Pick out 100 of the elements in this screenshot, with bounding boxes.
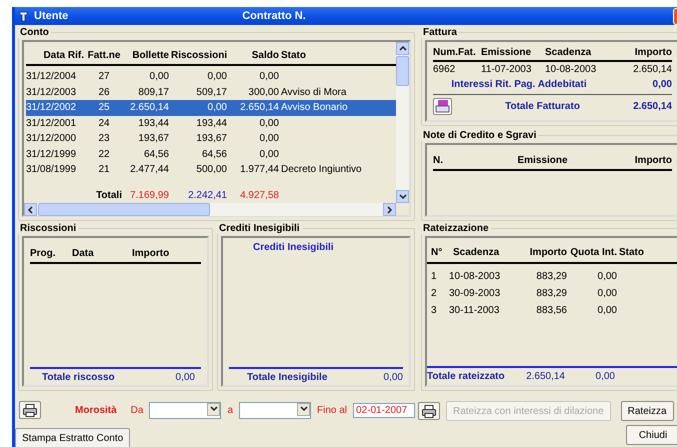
close-button[interactable]: Chiudi <box>626 425 677 445</box>
column-header[interactable]: Stato <box>619 246 674 258</box>
column-header[interactable]: Data <box>72 248 132 258</box>
printer-icon <box>23 404 37 416</box>
table-cell-text: 0,00 <box>596 288 617 299</box>
column-header[interactable]: Riscossioni <box>171 50 227 60</box>
total-invoiced-value: 2.650,14 <box>633 100 672 112</box>
interest-label: Interessi Rit. Pag. Addebitati <box>450 79 588 90</box>
installments-button[interactable]: Rateizza <box>620 401 674 421</box>
table-cell-text: 6962 <box>433 64 456 75</box>
column-header[interactable]: Emissione <box>473 154 612 166</box>
scroll-down-icon[interactable] <box>398 192 406 200</box>
column-header[interactable]: N. <box>433 154 473 166</box>
print-statement-tab[interactable]: Stampa Estratto Conto <box>15 428 130 447</box>
invoice-icon[interactable] <box>433 98 452 114</box>
scroll-left-icon[interactable] <box>26 206 34 214</box>
until-label: Fino al <box>317 404 348 416</box>
table-row[interactable]: 31/08/1999 21 2.477,44 500,00 1.977,44 Decreto Ingiuntivo <box>26 162 396 178</box>
column-header[interactable]: Importo <box>607 47 672 58</box>
group-title: Fattura <box>422 27 458 38</box>
table-cell-text: 25 <box>97 102 111 114</box>
print-button[interactable] <box>418 402 440 420</box>
table-cell-text: 31/12/2004 <box>26 71 78 82</box>
table-cell-text: 2.650,14 <box>239 102 279 114</box>
table-cell-text: 0,00 <box>258 71 279 82</box>
column-header[interactable]: Emissione <box>481 47 543 58</box>
table-cell-text: 64,56 <box>142 148 169 160</box>
table-cell-text: Avviso di Mora <box>281 86 348 98</box>
total-invoiced-label: Totale Fatturato <box>504 100 581 112</box>
table-cell-text: 21 <box>97 164 111 176</box>
table-cell-text: 0,00 <box>206 71 227 82</box>
vertical-scrollbar[interactable] <box>396 42 409 203</box>
total-label: Totale Inesigibile <box>247 372 328 383</box>
table-cell-text: 3 <box>431 305 438 316</box>
table-cell-text: 23 <box>97 133 111 144</box>
table-cell-text: 26 <box>97 86 111 98</box>
table-cell-text: 0,00 <box>258 148 279 160</box>
column-header[interactable]: Num.Fat. <box>433 47 479 58</box>
printer-icon <box>422 404 436 418</box>
table-cell-text: 300,00 <box>247 86 279 98</box>
horizontal-scrollbar[interactable] <box>24 203 396 216</box>
column-header[interactable]: Bollette <box>124 50 169 60</box>
table-cell-text: 31/12/2001 <box>26 118 78 129</box>
column-header[interactable]: Scadenza <box>447 246 513 258</box>
column-header[interactable]: Importo <box>612 154 672 166</box>
table-row[interactable]: 31/12/2000 23 193,67 193,67 0,00 <box>26 131 396 146</box>
table-cell-text: 500,00 <box>195 164 227 176</box>
scroll-thumb[interactable] <box>38 203 210 216</box>
window-title: Utente <box>34 10 68 22</box>
table-cell-text: 0,00 <box>596 271 617 282</box>
column-header[interactable]: Quota Int. <box>569 246 617 258</box>
table-row[interactable]: 31/12/2004 27 0,00 0,00 0,00 <box>26 69 396 84</box>
table-cell-text: 24 <box>97 118 111 129</box>
total-value: 0,00 <box>594 371 615 382</box>
to-label: a <box>227 404 234 416</box>
table-cell-text: 22 <box>97 148 111 160</box>
morosita-label: Morosità <box>75 404 117 416</box>
scroll-up-icon[interactable] <box>398 44 406 52</box>
table-row[interactable]: 31/12/2003 26 809,17 509,17 300,00 Avviso di Mora <box>26 84 396 100</box>
column-header[interactable]: Importo <box>132 248 201 258</box>
table-cell-text: 2.650,14 <box>129 102 169 114</box>
table-cell-text: 1.977,44 <box>239 164 279 176</box>
table-cell-text: 31/12/1999 <box>26 148 78 160</box>
table-cell-text: 30-11-2003 <box>448 305 500 316</box>
column-header[interactable]: Data Rif. <box>26 50 84 60</box>
table-cell-text: 0,00 <box>596 305 617 316</box>
interest-value: 0,00 <box>652 79 672 90</box>
table-cell-text: 883,56 <box>535 305 567 316</box>
total-value: 4.927,58 <box>239 190 279 201</box>
table-cell-text: 883,29 <box>535 288 567 299</box>
table-cell-text: 31/12/2002 <box>26 102 78 114</box>
column-header[interactable]: N° <box>431 246 445 258</box>
table-cell-text: 193,67 <box>137 133 169 144</box>
column-header[interactable]: Saldo <box>229 50 279 60</box>
total-value: 2.242,41 <box>187 190 227 201</box>
column-header[interactable]: Scadenza <box>545 47 605 58</box>
table-cell-text: 193,44 <box>137 118 169 129</box>
scroll-right-icon[interactable] <box>386 206 394 214</box>
window-subtitle: Contratto N. <box>242 10 306 22</box>
table-row[interactable]: 31/12/1999 22 64,56 64,56 0,00 <box>26 146 396 162</box>
scroll-thumb[interactable] <box>396 56 409 86</box>
table-cell-text: 2.477,44 <box>129 164 169 176</box>
date-field[interactable]: 02-01-2007 <box>353 402 416 418</box>
table-cell-text: 0,00 <box>148 71 169 82</box>
table-cell-text: 64,56 <box>200 148 227 160</box>
table-row[interactable]: 31/12/2002 25 2.650,14 0,00 2.650,14 Avviso Bonario <box>26 100 396 116</box>
table-cell-text: 1 <box>431 271 438 282</box>
total-value: 7.169,99 <box>129 190 169 201</box>
table-row[interactable]: 31/12/2001 24 193,44 193,44 0,00 <box>26 116 396 131</box>
table-cell-text: 0,00 <box>258 133 279 144</box>
table-cell-text: 31/12/2003 <box>26 86 78 98</box>
column-header[interactable]: Importo <box>515 246 567 258</box>
column-header[interactable]: Stato <box>281 50 392 60</box>
print-button[interactable] <box>19 401 41 419</box>
column-header[interactable]: Prog. <box>30 248 72 258</box>
table-cell-text: 10-08-2003 <box>545 64 598 75</box>
column-header[interactable]: Fatt.ne <box>86 50 122 60</box>
table-cell-text: 2.650,14 <box>632 64 672 75</box>
table-cell-text: 193,44 <box>195 118 227 129</box>
table-cell-text: Avviso Bonario <box>281 102 349 114</box>
